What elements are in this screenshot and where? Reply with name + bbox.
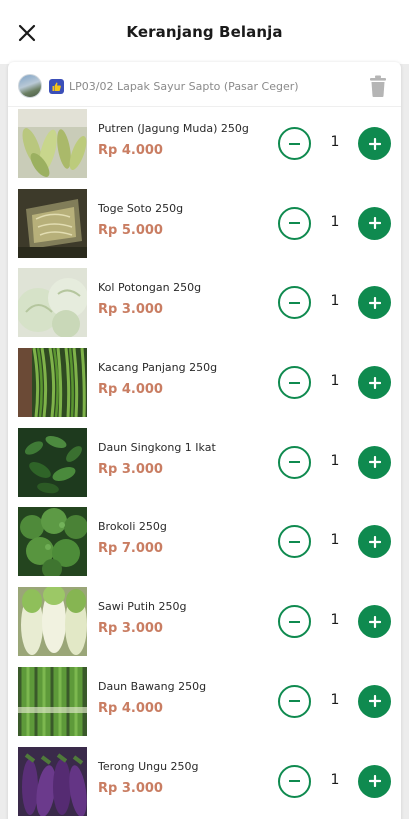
quantity-value: 1 [330,771,340,788]
cart-item: Terong Ungu 250g Rp 3.000 1 [8,746,401,819]
cart-item: Kol Potongan 250g Rp 3.000 1 [8,267,401,347]
product-price: Rp 3.000 [98,780,163,796]
product-name: Sawi Putih 250g [98,600,187,614]
cart-items: Putren (Jagung Muda) 250g Rp 4.000 1 Tog… [8,108,401,819]
product-price: Rp 4.000 [98,382,163,398]
product-image-scallion [18,666,87,736]
app-header: Keranjang Belanja [0,0,409,64]
minus-icon [289,780,300,782]
decrease-quantity-button[interactable] [278,127,311,160]
product-image-baby-corn [18,109,87,178]
increase-quantity-button[interactable] [358,764,391,798]
minus-icon [289,222,300,225]
quantity-value: 1 [330,373,340,390]
store-avatar [18,74,42,98]
minus-icon [289,620,300,623]
close-button[interactable] [14,20,40,46]
plus-icon [368,695,381,708]
cart-item: Sawi Putih 250g Rp 3.000 1 [8,586,401,666]
product-price: Rp 5.000 [98,222,163,238]
quantity-value: 1 [330,293,340,310]
plus-icon [368,615,381,628]
cart-item: Toge Soto 250g Rp 5.000 1 [8,188,401,268]
store-row: LP03/02 Lapak Sayur Sapto (Pasar Ceger) [18,72,391,100]
decrease-quantity-button[interactable] [278,684,311,718]
product-image-cabbage [18,268,87,338]
product-price: Rp 4.000 [98,143,163,158]
decrease-quantity-button[interactable] [278,764,311,798]
close-icon [18,24,36,42]
increase-quantity-button[interactable] [358,206,391,240]
increase-quantity-button[interactable] [358,445,391,479]
increase-quantity-button[interactable] [358,525,391,559]
thumbs-up-icon [49,78,64,94]
product-image-eggplant [18,746,87,816]
quantity-value: 1 [330,452,340,469]
delete-store-button[interactable] [369,74,387,98]
product-name: Daun Bawang 250g [98,679,207,693]
product-name: Daun Singkong 1 Ikat [98,440,216,454]
increase-quantity-button[interactable] [358,286,391,320]
plus-icon [368,535,381,548]
decrease-quantity-button[interactable] [278,605,311,639]
minus-icon [289,301,300,304]
plus-icon [368,137,381,150]
page-title: Keranjang Belanja [126,23,283,41]
minus-icon [289,461,300,464]
product-name: Toge Soto 250g [98,201,184,215]
minus-icon [289,700,300,703]
trash-icon [370,75,386,97]
cart-item: Brokoli 250g Rp 7.000 1 [8,506,401,586]
decrease-quantity-button[interactable] [278,206,311,240]
quantity-value: 1 [330,532,340,549]
product-price: Rp 3.000 [98,302,163,318]
product-name: Terong Ungu 250g [98,759,199,773]
cart-item: Daun Singkong 1 Ikat Rp 3.000 1 [8,427,401,507]
minus-icon [289,381,300,384]
product-image-cassava-leaves [18,427,87,497]
product-price: Rp 3.000 [98,461,163,477]
product-name: Brokoli 250g [98,520,167,534]
plus-icon [368,775,381,787]
increase-quantity-button[interactable] [358,684,391,718]
cart-card: LP03/02 Lapak Sayur Sapto (Pasar Ceger) [8,62,401,819]
product-image-broccoli [18,507,87,577]
plus-icon [368,376,381,389]
plus-icon [368,296,381,309]
decrease-quantity-button[interactable] [278,286,311,320]
product-name: Kol Potongan 250g [98,281,202,295]
quantity-value: 1 [330,612,340,629]
minus-icon [289,540,300,543]
increase-quantity-button[interactable] [358,605,391,639]
decrease-quantity-button[interactable] [278,445,311,479]
quantity-value: 1 [330,691,340,708]
increase-quantity-button[interactable] [358,366,391,400]
product-price: Rp 3.000 [98,621,163,637]
product-image-napa-cabbage [18,587,87,657]
cart-item: Daun Bawang 250g Rp 4.000 1 [8,666,401,746]
increase-quantity-button[interactable] [358,127,391,160]
product-image-long-beans [18,348,87,418]
cart-item: Putren (Jagung Muda) 250g Rp 4.000 1 [8,108,401,188]
store-name: LP03/02 Lapak Sayur Sapto (Pasar Ceger) [69,79,299,93]
product-price: Rp 7.000 [98,541,163,557]
product-name: Kacang Panjang 250g [98,361,218,375]
plus-icon [368,456,381,469]
quantity-value: 1 [330,213,340,230]
product-image-bean-sprouts [18,188,87,258]
quantity-value: 1 [330,134,340,150]
cart-item: Kacang Panjang 250g Rp 4.000 1 [8,347,401,427]
decrease-quantity-button[interactable] [278,366,311,400]
plus-icon [368,217,381,230]
product-price: Rp 4.000 [98,700,163,716]
decrease-quantity-button[interactable] [278,525,311,559]
product-name: Putren (Jagung Muda) 250g [98,122,249,135]
minus-icon [289,142,300,145]
divider [8,106,401,107]
